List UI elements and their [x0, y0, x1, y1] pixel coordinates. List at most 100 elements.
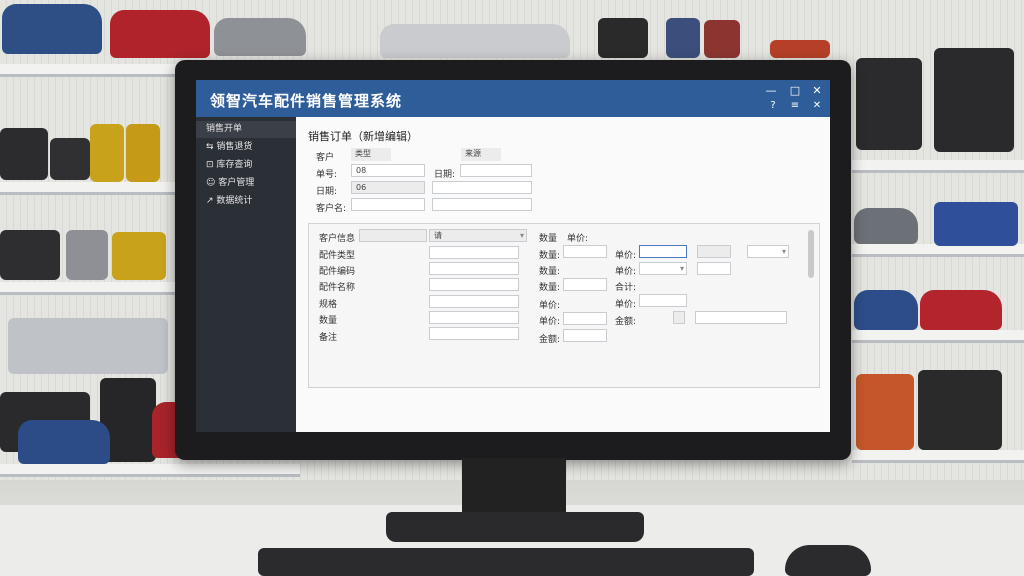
- price-input[interactable]: [563, 312, 607, 325]
- exit-icon[interactable]: ✕: [810, 100, 824, 111]
- source-tab[interactable]: 来源: [461, 148, 501, 161]
- sidebar-item-customers[interactable]: ☺ 客户管理: [196, 175, 296, 192]
- extra-input[interactable]: [697, 245, 731, 258]
- detail-label: 数量: [319, 316, 338, 326]
- detail-label: 配件类型: [319, 251, 356, 261]
- qty-label: 数量:: [539, 283, 561, 293]
- help-icon[interactable]: ?: [766, 100, 780, 111]
- date-input[interactable]: [460, 164, 532, 177]
- amount-input[interactable]: [563, 329, 607, 342]
- detail-label: 备注: [319, 333, 338, 343]
- model-car-grey: [214, 18, 306, 56]
- gear-part: [66, 230, 108, 280]
- shelf: [0, 64, 180, 77]
- app-window: 领智汽车配件销售管理系统 — □ ✕ ? ≡ ✕ 销售开单 ⇆ 销售退货 ⊡ 库…: [196, 80, 830, 432]
- detail-input[interactable]: [429, 327, 519, 340]
- tool-bag: [856, 58, 922, 150]
- model-car-silver: [854, 208, 918, 244]
- chevron-down-icon: ▾: [781, 247, 786, 256]
- brake-parts: [50, 138, 90, 180]
- customer-label: 客户: [316, 153, 335, 163]
- price-label: 单价:: [567, 234, 589, 244]
- tool-bag: [918, 370, 1002, 450]
- checkbox[interactable]: [673, 311, 685, 324]
- extra-input[interactable]: [697, 262, 731, 275]
- price-input[interactable]: [639, 294, 687, 307]
- order-date-label: 日期:: [316, 187, 338, 197]
- tool-bag: [934, 48, 1014, 152]
- model-car-blue: [2, 4, 102, 54]
- price-label: 单价:: [539, 317, 561, 327]
- shelf: [0, 282, 176, 295]
- sidebar-item-label: 库存查询: [216, 160, 253, 170]
- shelf: [852, 450, 1024, 463]
- type-tab[interactable]: 类型: [351, 148, 391, 161]
- detail-input[interactable]: [429, 262, 519, 275]
- sidebar-item-statistics[interactable]: ↗ 数据统计: [196, 193, 296, 210]
- amount-label: 金额:: [615, 317, 637, 327]
- qty-label: 数量:: [539, 267, 561, 277]
- amount-input[interactable]: [695, 311, 787, 324]
- brake-caliper-yellow: [126, 124, 160, 182]
- page-title: 销售订单（新增编辑）: [308, 130, 418, 143]
- sidebar-item-inventory[interactable]: ⊡ 库存查询: [196, 157, 296, 174]
- parts-bag: [598, 18, 648, 58]
- qty-label: 数量:: [539, 251, 561, 261]
- model-car-red: [920, 290, 1002, 330]
- user-icon: ☺: [206, 178, 219, 188]
- app-title: 领智汽车配件销售管理系统: [210, 92, 403, 110]
- return-icon: ⇆: [206, 142, 217, 152]
- close-button[interactable]: ✕: [810, 84, 824, 97]
- sidebar-item-sales-return[interactable]: ⇆ 销售退货: [196, 139, 296, 156]
- qty-input[interactable]: [563, 245, 607, 258]
- price-select[interactable]: ▾: [639, 262, 687, 275]
- detail-input[interactable]: [429, 311, 519, 324]
- sidebar-item-label: 客户管理: [218, 178, 255, 188]
- date-label: 日期:: [434, 170, 456, 180]
- order-no-input[interactable]: 08: [351, 164, 425, 177]
- price-label: 单价:: [615, 267, 637, 277]
- price-input[interactable]: [639, 245, 687, 258]
- monitor-stand: [462, 458, 566, 518]
- maximize-button[interactable]: □: [788, 84, 802, 97]
- price-label: 单价:: [615, 300, 637, 310]
- detail-label: 配件编码: [319, 267, 356, 277]
- detail-label: 客户信息: [319, 234, 356, 244]
- model-car-blue: [18, 420, 110, 464]
- chart-icon: ↗: [206, 196, 217, 206]
- keyboard: [258, 548, 754, 576]
- qty-label: 数量: [539, 234, 558, 244]
- shelf: [0, 182, 176, 195]
- wrench-rack: [8, 318, 168, 374]
- detail-input[interactable]: [429, 278, 519, 291]
- extra-input[interactable]: [432, 198, 532, 211]
- detail-label: 规格: [319, 300, 338, 310]
- detail-panel: 客户信息 请 ▾ 配件类型 配件编码 配件名称 规格 数量 备注 数量 单价: …: [308, 223, 820, 388]
- detail-input[interactable]: [429, 246, 519, 259]
- detail-input[interactable]: [429, 295, 519, 308]
- customer-name-input[interactable]: [351, 198, 425, 211]
- customer-info-input[interactable]: [359, 229, 427, 242]
- sidebar-item-label: 销售退货: [216, 142, 253, 152]
- unit-select[interactable]: ▾: [747, 245, 789, 258]
- sidebar-item-label: 数据统计: [216, 196, 253, 206]
- sidebar-item-sales-order[interactable]: 销售开单: [196, 121, 296, 138]
- customer-name-label: 客户名:: [316, 204, 347, 214]
- qty-input[interactable]: [563, 278, 607, 291]
- brake-parts: [0, 128, 48, 180]
- total-label: 合计:: [615, 283, 637, 293]
- extra-input[interactable]: [432, 181, 532, 194]
- shelf: [852, 160, 1024, 173]
- monitor-base: [386, 512, 644, 542]
- minimize-button[interactable]: —: [764, 84, 778, 97]
- box-icon: ⊡: [206, 160, 217, 170]
- detail-select[interactable]: 请 ▾: [429, 229, 527, 242]
- scrollbar[interactable]: [808, 230, 814, 278]
- order-date-input[interactable]: 06: [351, 181, 425, 194]
- menu-icon[interactable]: ≡: [788, 100, 802, 111]
- chevron-down-icon: ▾: [519, 231, 524, 240]
- detail-label: 配件名称: [319, 283, 356, 293]
- model-car-red: [110, 10, 210, 58]
- model-car-silver: [380, 24, 570, 58]
- order-no-label: 单号:: [316, 170, 338, 180]
